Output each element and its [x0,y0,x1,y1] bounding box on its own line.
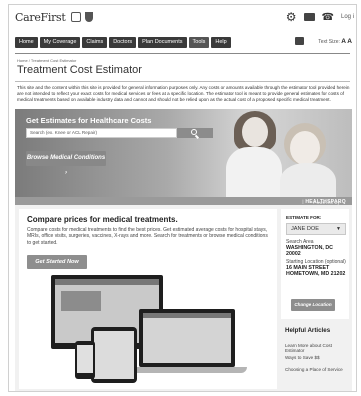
top-header: CareFirst ⚙ ☎ Log i [9,5,356,29]
logo-text: CareFirst [15,11,66,24]
start-location-line1: 16 MAIN STREET [286,265,330,272]
start-location-line2: HOMETOWN, MD 21202 [286,271,346,278]
caret-down-icon: ▼ [336,226,341,232]
nav-divider [15,53,350,54]
nav-my-coverage[interactable]: My Coverage [39,37,81,48]
phone-icon[interactable]: ☎ [322,12,334,23]
screen-block [61,291,101,311]
helpful-articles-title: Helpful Articles [285,327,331,334]
screen-bar [55,279,159,285]
article-link[interactable]: Learn More about Cost Estimator [285,343,352,353]
compare-card: Compare prices for medical treatments. C… [19,209,277,389]
compare-title: Compare prices for medical treatments. [27,215,178,224]
change-location-button[interactable]: Change Location [291,299,335,311]
cross-icon [70,12,81,22]
nav-help[interactable]: Help [211,37,231,48]
title-divider [15,81,350,82]
main-nav: Home My Coverage Claims Doctors Plan Doc… [15,37,231,48]
search-button[interactable] [177,128,213,138]
compare-text: Compare costs for medical treatments to … [27,227,268,246]
text-size-label: Text Size: [318,39,340,45]
content-area: Compare prices for medical treatments. C… [15,205,352,391]
search-icon [191,129,197,135]
tablet-display [94,331,134,379]
estimate-panel: ESTIMATE FOR: JANE DOE ▼ Search Area WAS… [281,209,349,319]
laptop-image [139,309,235,367]
browse-conditions-button[interactable]: Browse Medical Conditions › [26,151,106,176]
devices-illustration [39,275,259,385]
gear-icon[interactable]: ⚙ [286,10,297,24]
page-title: Treatment Cost Estimator [17,64,142,76]
powered-by-bar: Powered by | HEALTHSPARQ [15,197,352,205]
nav-claims[interactable]: Claims [82,37,108,48]
member-select[interactable]: JANE DOE ▼ [286,223,346,235]
search-area-block: Search Area WASHINGTON, DC 20002 [286,239,349,258]
estimate-for-label: ESTIMATE FOR: [286,215,322,220]
phone-image [75,341,95,379]
nav-plan-documents[interactable]: Plan Documents [138,37,187,48]
nav-tools[interactable]: Tools [188,37,210,48]
mail-icon[interactable] [303,13,315,21]
carefirst-logo[interactable]: CareFirst [15,11,93,24]
hero-photo-family [220,109,352,197]
child-photo-face [290,131,320,165]
article-link[interactable]: Ways to Save $$ [285,355,320,360]
breadcrumb[interactable]: Home / Treatment Cost Estimator [17,58,76,63]
child-photo-body [280,163,336,197]
laptop-display-bar [143,313,231,318]
hero-banner: Get Estimates for Healthcare Costs Searc… [15,109,352,197]
start-location-block: Starting Location (optional) 16 MAIN STR… [286,259,346,278]
shield-icon [84,12,93,22]
person-photo-body [226,147,282,197]
print-icon[interactable] [295,37,304,45]
login-link[interactable]: Log i [341,14,354,20]
utility-icons: ⚙ ☎ Log i [286,10,354,24]
powered-by-text: Powered by | HEALTHSPARQ [302,198,346,206]
article-link[interactable]: Choosing a Place of Service [285,367,343,372]
member-select-value: JANE DOE [291,226,319,232]
nav-home[interactable]: Home [15,37,38,48]
tablet-image [91,327,137,383]
text-size-control[interactable]: Text Size: A A [318,38,352,45]
disclaimer-text: This site and the content within this si… [17,85,350,103]
text-size-value[interactable]: A A [341,38,352,45]
search-area-value: WASHINGTON, DC 20002 [286,245,333,258]
phone-display [77,345,93,373]
get-started-button[interactable]: Get Started Now [27,255,87,269]
hero-title: Get Estimates for Healthcare Costs [26,116,152,125]
person-photo-face [242,117,268,147]
laptop-base [129,367,247,373]
browser-page: CareFirst ⚙ ☎ Log i Home My Coverage Cla… [8,4,357,392]
nav-doctors[interactable]: Doctors [109,37,137,48]
laptop-display [143,313,231,363]
main-nav-row: Home My Coverage Claims Doctors Plan Doc… [9,35,356,51]
search-input[interactable]: Search (ex. Knee or ACL Repair) [26,128,177,138]
